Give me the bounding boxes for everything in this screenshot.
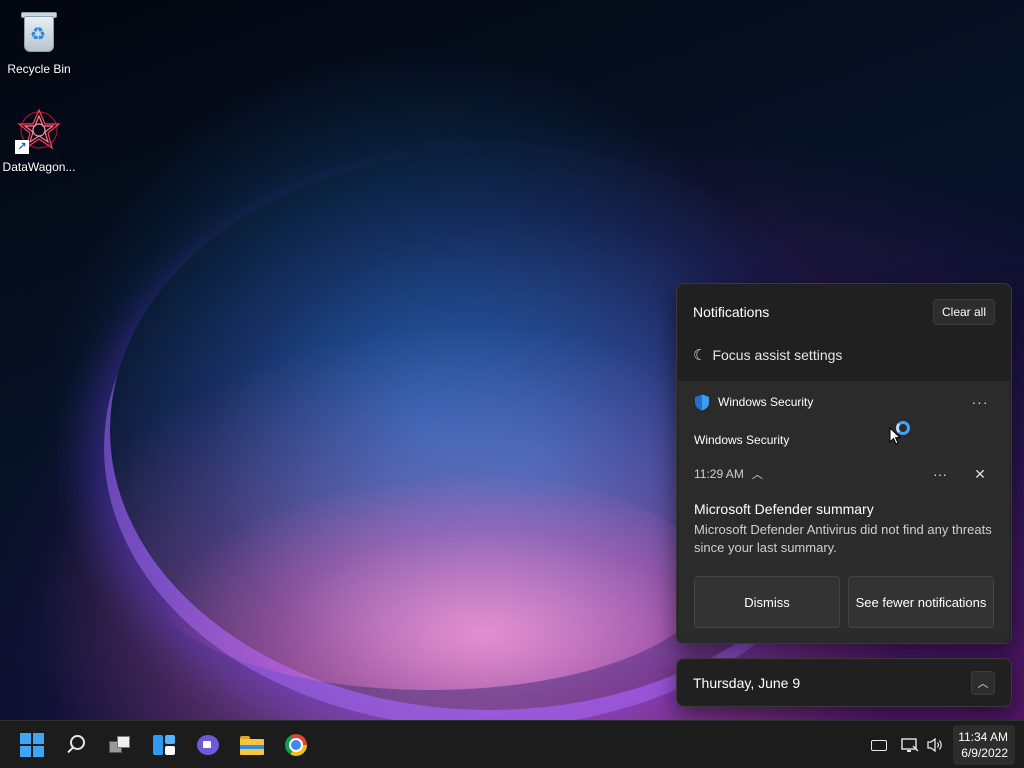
widgets-button[interactable] bbox=[148, 729, 180, 761]
start-button[interactable] bbox=[16, 729, 48, 761]
notification-source: Windows Security bbox=[694, 433, 790, 447]
chrome-icon bbox=[285, 734, 307, 756]
keyboard-icon[interactable] bbox=[869, 735, 889, 755]
calendar-panel[interactable]: Thursday, June 9 ︿ bbox=[676, 658, 1012, 707]
desktop-icon-label: Recycle Bin bbox=[7, 62, 71, 76]
wallpaper-glow bbox=[150, 470, 710, 690]
collapse-chevron-up-icon[interactable]: ︿ bbox=[752, 466, 763, 482]
search-icon bbox=[66, 735, 86, 755]
focus-assist-label: Focus assist settings bbox=[712, 347, 843, 363]
notification-body: Microsoft Defender Antivirus did not fin… bbox=[694, 522, 992, 555]
calendar-date-label: Thursday, June 9 bbox=[693, 675, 801, 691]
notification-card[interactable]: Windows Security ··· Windows Security 11… bbox=[678, 381, 1010, 643]
windows-security-shield-icon bbox=[694, 394, 710, 411]
network-icon[interactable] bbox=[900, 735, 920, 755]
app-more-options-icon[interactable]: ··· bbox=[966, 394, 994, 410]
volume-icon[interactable] bbox=[925, 735, 945, 755]
expand-calendar-chevron-icon[interactable]: ︿ bbox=[971, 671, 995, 695]
moon-icon: ☾ bbox=[693, 347, 707, 364]
dismiss-button[interactable]: Dismiss bbox=[694, 576, 840, 628]
clock-time: 11:34 AM bbox=[958, 730, 1008, 744]
clear-all-button[interactable]: Clear all bbox=[932, 299, 995, 325]
notification-center: Notifications Clear all ☾ Focus assist s… bbox=[676, 283, 1012, 644]
busy-spinner-icon bbox=[896, 421, 910, 435]
file-explorer-icon bbox=[240, 735, 264, 755]
taskbar-clock[interactable]: 11:34 AM 6/9/2022 bbox=[953, 725, 1015, 765]
desktop-icon-label: DataWagon... bbox=[2, 160, 76, 174]
shortcut-arrow-icon: ↗ bbox=[15, 140, 29, 154]
task-view-button[interactable] bbox=[104, 729, 136, 761]
notification-app-name: Windows Security bbox=[718, 395, 814, 409]
see-fewer-notifications-button[interactable]: See fewer notifications bbox=[848, 576, 994, 628]
close-icon[interactable]: ✕ bbox=[966, 466, 994, 483]
task-view-icon bbox=[109, 736, 131, 754]
notification-title: Notifications bbox=[693, 304, 770, 320]
focus-assist-settings-link[interactable]: ☾ Focus assist settings bbox=[693, 346, 842, 364]
start-icon bbox=[20, 733, 44, 757]
notification-app-row: Windows Security ··· bbox=[694, 391, 994, 413]
notification-time-row: 11:29 AM ︿ ··· ✕ bbox=[694, 463, 994, 485]
notification-actions: Dismiss See fewer notifications bbox=[694, 576, 994, 628]
chat-icon bbox=[197, 735, 219, 755]
desktop-icon-datawagon[interactable]: ↗ DataWagon... bbox=[0, 106, 78, 174]
file-explorer-button[interactable] bbox=[236, 729, 268, 761]
widgets-icon bbox=[153, 735, 175, 755]
chrome-button[interactable] bbox=[280, 729, 312, 761]
notification-more-options-icon[interactable]: ··· bbox=[926, 466, 954, 482]
notification-header: Notifications Clear all bbox=[693, 298, 995, 326]
taskbar: 11:34 AM 6/9/2022 bbox=[0, 720, 1024, 768]
desktop-icon-recycle-bin[interactable]: ♻ Recycle Bin bbox=[0, 8, 78, 76]
notification-heading: Microsoft Defender summary bbox=[694, 501, 874, 517]
chat-button[interactable] bbox=[192, 729, 224, 761]
search-button[interactable] bbox=[60, 729, 92, 761]
datawagon-app-icon: ↗ bbox=[15, 106, 63, 154]
recycle-bin-icon: ♻ bbox=[15, 8, 63, 56]
clock-date: 6/9/2022 bbox=[961, 746, 1008, 760]
notification-time: 11:29 AM bbox=[694, 467, 744, 481]
